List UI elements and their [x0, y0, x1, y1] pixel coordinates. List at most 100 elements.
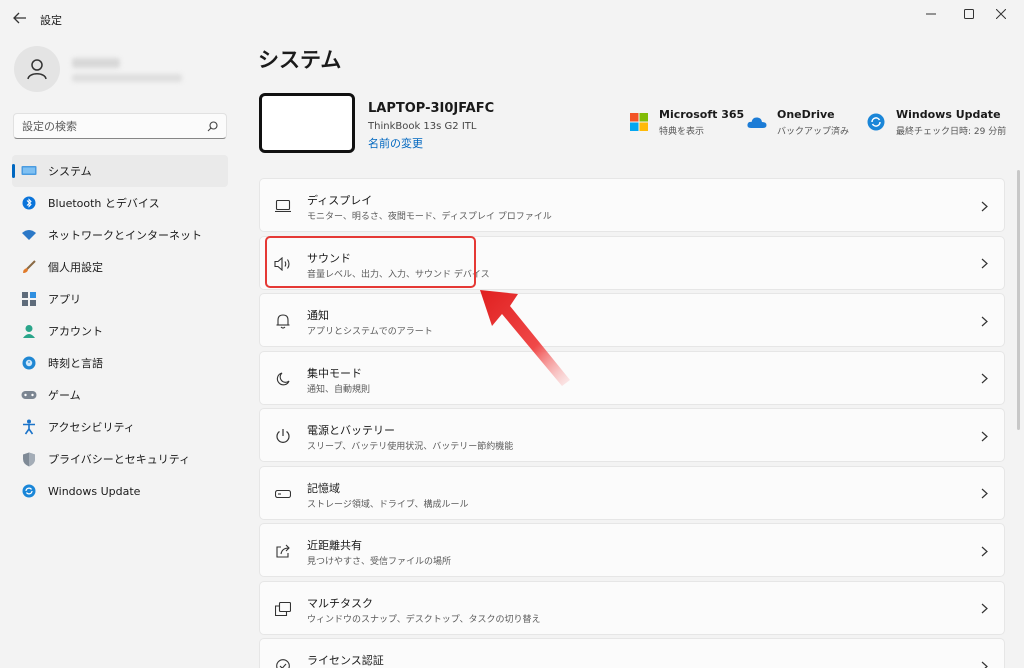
avatar[interactable]	[14, 46, 60, 92]
row-title: 近距離共有	[307, 539, 362, 552]
row-power[interactable]: 電源とバッテリー スリープ、バッテリ使用状況、バッテリー節約機能	[259, 408, 1005, 462]
chevron-right-icon	[978, 314, 990, 328]
search-box[interactable]	[13, 113, 227, 139]
device-name: LAPTOP-3I0JFAFC	[368, 101, 495, 116]
bell-icon	[274, 312, 292, 330]
cloud-icon	[747, 112, 767, 132]
quick-title: Windows Update	[896, 108, 1001, 121]
profile-name-redacted	[72, 58, 120, 68]
row-activation[interactable]: ライセンス認証	[259, 638, 1005, 668]
quick-sub: 最終チェック日時: 29 分前	[896, 127, 1007, 137]
quick-title: OneDrive	[777, 108, 835, 121]
sidebar-item-accessibility[interactable]: アクセシビリティ	[12, 411, 228, 443]
row-subtitle: スリープ、バッテリ使用状況、バッテリー節約機能	[307, 442, 514, 452]
sidebar-item-label: ネットワークとインターネット	[48, 229, 202, 242]
sidebar-item-windows-update[interactable]: Windows Update	[12, 475, 228, 507]
chevron-right-icon	[978, 487, 990, 501]
maximize-icon	[964, 9, 974, 19]
wifi-icon	[21, 227, 37, 243]
search-input[interactable]	[22, 119, 207, 133]
page-title: システム	[258, 48, 342, 72]
person-icon	[27, 59, 47, 80]
quick-title: Microsoft 365	[659, 108, 745, 121]
arrow-left-icon	[13, 12, 26, 24]
share-icon	[274, 542, 292, 560]
minimize-icon	[926, 13, 936, 15]
back-button[interactable]	[10, 8, 30, 28]
storage-icon	[274, 485, 292, 503]
row-subtitle: 通知、自動規則	[307, 384, 371, 395]
quick-onedrive[interactable]: OneDrive バックアップ済み	[747, 108, 849, 137]
sidebar-item-privacy[interactable]: プライバシーとセキュリティ	[12, 443, 228, 475]
chevron-right-icon	[978, 257, 990, 271]
title-bar: 設定	[0, 0, 1024, 34]
shield-icon	[21, 451, 37, 467]
row-notifications[interactable]: 通知 アプリとシステムでのアラート	[259, 293, 1005, 347]
sidebar-item-system[interactable]: システム	[12, 155, 228, 187]
annotation-arrow-icon	[480, 290, 570, 386]
accessibility-icon	[21, 419, 37, 435]
multitask-icon	[274, 600, 292, 618]
quick-windows-update[interactable]: Windows Update 最終チェック日時: 29 分前	[866, 108, 1006, 137]
sidebar-item-label: アカウント	[48, 325, 103, 338]
sidebar-item-bluetooth[interactable]: Bluetooth とデバイス	[12, 187, 228, 219]
apps-icon	[21, 291, 37, 307]
row-subtitle: ストレージ領域、ドライブ、構成ルール	[307, 499, 469, 510]
row-title: ディスプレイ	[307, 194, 373, 207]
chevron-right-icon	[978, 429, 990, 443]
row-subtitle: アプリとシステムでのアラート	[307, 327, 433, 337]
sidebar-item-label: アクセシビリティ	[48, 421, 135, 434]
sidebar-item-label: アプリ	[48, 293, 81, 306]
row-title: 記憶域	[307, 481, 340, 495]
row-subtitle: 見つけやすさ、受信ファイルの場所	[307, 557, 452, 567]
sidebar-item-gaming[interactable]: ゲーム	[12, 379, 228, 411]
bluetooth-icon	[21, 195, 37, 211]
sidebar-item-apps[interactable]: アプリ	[12, 283, 228, 315]
close-icon	[996, 9, 1006, 19]
row-title: マルチタスク	[307, 596, 373, 610]
row-title: 集中モード	[307, 366, 362, 380]
sidebar-item-label: 時刻と言語	[48, 357, 103, 370]
power-icon	[274, 427, 292, 445]
gamepad-icon	[21, 387, 37, 403]
profile-email-redacted	[72, 74, 182, 82]
chevron-right-icon	[978, 602, 990, 616]
row-display[interactable]: ディスプレイ モニター、明るさ、夜間モード、ディスプレイ プロファイル	[259, 178, 1005, 232]
chevron-right-icon	[978, 372, 990, 386]
sidebar-item-accounts[interactable]: アカウント	[12, 315, 228, 347]
app-title: 設定	[40, 14, 62, 27]
sidebar-item-label: 個人用設定	[48, 261, 103, 274]
update-icon	[21, 483, 37, 499]
update-icon	[866, 112, 886, 132]
row-multitasking[interactable]: マルチタスク ウィンドウのスナップ、デスクトップ、タスクの切り替え	[259, 580, 1005, 635]
monitor-icon	[21, 163, 37, 179]
quick-sub: 特典を表示	[659, 127, 705, 137]
highlight-box	[265, 236, 476, 288]
account-icon	[21, 323, 37, 339]
rename-link[interactable]: 名前の変更	[368, 135, 423, 151]
chevron-right-icon	[978, 199, 990, 213]
sidebar-item-label: Windows Update	[48, 484, 141, 498]
scrollbar[interactable]	[1017, 170, 1020, 430]
sidebar-item-label: プライバシーとセキュリティ	[48, 453, 191, 466]
row-nearby-sharing[interactable]: 近距離共有 見つけやすさ、受信ファイルの場所	[259, 523, 1005, 577]
sidebar-item-personalization[interactable]: 個人用設定	[12, 251, 228, 283]
check-circle-icon	[274, 657, 292, 668]
sidebar-item-network[interactable]: ネットワークとインターネット	[12, 219, 228, 251]
close-button[interactable]	[978, 0, 1024, 28]
row-storage[interactable]: 記憶域 ストレージ領域、ドライブ、構成ルール	[259, 465, 1005, 520]
chevron-right-icon	[978, 544, 990, 558]
row-focus[interactable]: 集中モード 通知、自動規則	[259, 350, 1005, 405]
device-model: ThinkBook 13s G2 ITL	[368, 121, 477, 132]
sidebar-item-label: Bluetooth とデバイス	[48, 197, 160, 210]
row-subtitle: モニター、明るさ、夜間モード、ディスプレイ プロファイル	[307, 212, 552, 222]
sidebar-item-label: システム	[48, 165, 92, 178]
row-title: 通知	[307, 309, 329, 322]
brush-icon	[21, 259, 37, 275]
quick-microsoft365[interactable]: Microsoft 365 特典を表示	[629, 108, 744, 137]
sidebar-item-label: ゲーム	[48, 389, 81, 402]
sidebar-nav: システム Bluetooth とデバイス ネットワークとインターネット 個人用設…	[12, 155, 228, 507]
display-icon	[274, 197, 292, 215]
sidebar-item-time-language[interactable]: 時刻と言語	[12, 347, 228, 379]
chevron-right-icon	[978, 659, 990, 668]
